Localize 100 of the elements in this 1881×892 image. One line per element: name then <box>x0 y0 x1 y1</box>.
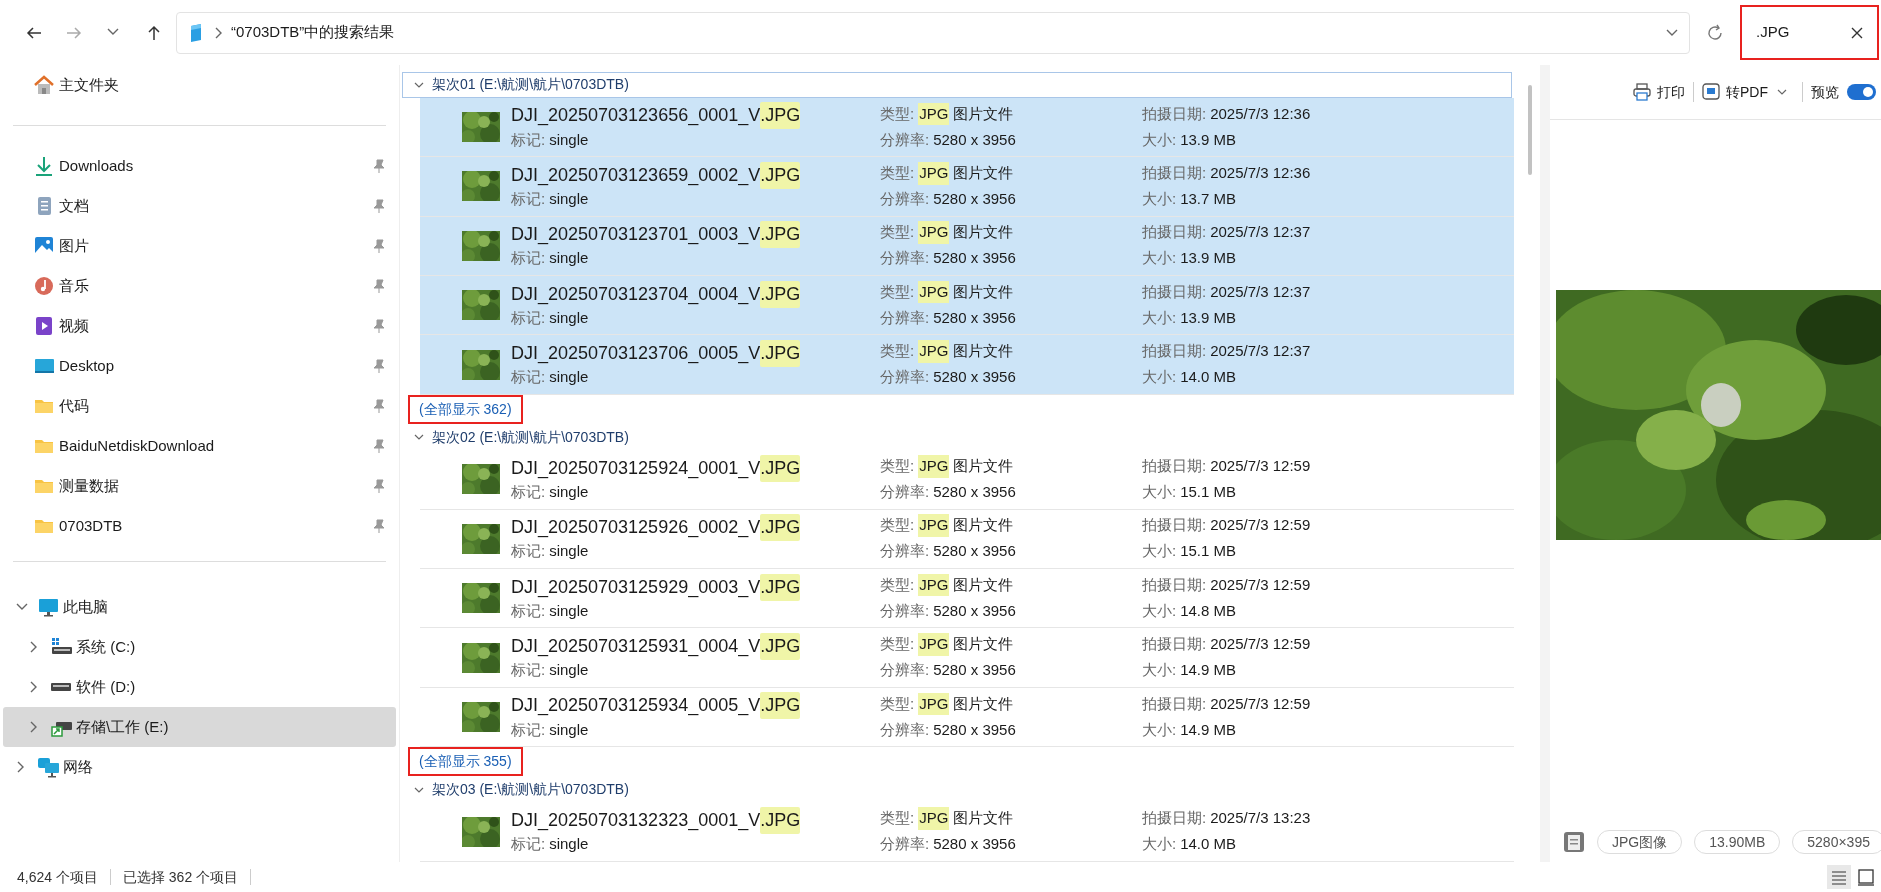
field-value: 14.0 MB <box>1180 367 1237 388</box>
highlighted-text: JPG <box>918 162 950 185</box>
sidebar-item[interactable]: 存储\工作 (E:) <box>3 707 396 747</box>
pin-icon[interactable] <box>372 399 386 413</box>
address-bar[interactable]: “0703DTB”中的搜索结果 <box>176 11 1690 54</box>
pin-icon[interactable] <box>372 199 386 213</box>
show-all-link[interactable]: (全部显示 362) <box>408 395 523 425</box>
field-label: 大小: <box>1142 541 1177 562</box>
forward-arrow-icon[interactable] <box>66 24 82 41</box>
field-value: 图片文件 <box>953 163 1014 184</box>
pin-icon[interactable] <box>372 359 386 373</box>
pin-icon[interactable] <box>372 519 386 533</box>
group-header[interactable]: 架次02 (E:\航测\航片\0703DTB) <box>402 424 1512 451</box>
scrollbar-thumb[interactable] <box>1528 85 1532 175</box>
group-header[interactable]: 架次01 (E:\航测\航片\0703DTB) <box>402 72 1512 98</box>
highlighted-text: .JPG <box>760 161 801 189</box>
preview-toggle[interactable] <box>1847 84 1876 100</box>
sidebar-item[interactable]: Desktop <box>3 346 396 386</box>
close-icon[interactable] <box>1851 26 1863 39</box>
sidebar-item[interactable]: 主文件夹 <box>3 65 396 105</box>
pin-icon[interactable] <box>372 439 386 453</box>
highlighted-text: JPG <box>918 455 950 478</box>
field-label: 标记: <box>511 600 546 621</box>
sidebar-item[interactable]: BaiduNetdiskDownload <box>3 426 396 466</box>
group-header[interactable]: 架次03 (E:\航测\航片\0703DTB) <box>402 776 1512 803</box>
sidebar-item[interactable]: 代码 <box>3 386 396 426</box>
field-label: 标记: <box>511 307 546 328</box>
file-name: DJI_20250703123706_0005_V <box>511 342 761 366</box>
highlighted-text: .JPG <box>760 692 801 720</box>
file-row[interactable]: DJI_20250703123656_0001_V.JPG 类型: JPG 图片文件 拍摄日期: 2025/7/3 12:36 标记: single 分辨率: 5280 x 3956 大小: 13.9 MB <box>420 97 1514 158</box>
toggle-label: 预览 <box>1811 82 1839 102</box>
sidebar-item[interactable]: 0703DTB <box>3 506 396 546</box>
sidebar-item[interactable]: 音乐 <box>3 266 396 306</box>
sidebar-item[interactable]: 文档 <box>3 186 396 226</box>
sidebar-item[interactable]: 测量数据 <box>3 466 396 506</box>
print-button[interactable]: 打印 <box>1633 81 1685 103</box>
sidebar-item[interactable]: 此电脑 <box>3 587 396 627</box>
file-row[interactable]: DJI_20250703123659_0002_V.JPG 类型: JPG 图片文件 拍摄日期: 2025/7/3 12:36 标记: single 分辨率: 5280 x 3956 大小: 13.7 MB <box>420 157 1514 217</box>
sidebar-item[interactable]: 软件 (D:) <box>3 667 396 707</box>
selection-count: 已选择 362 个项目 <box>121 867 240 887</box>
highlighted-text: JPG <box>918 514 950 537</box>
field-label: 标记: <box>511 482 546 503</box>
sidebar-item[interactable]: Downloads <box>3 146 396 186</box>
printer-icon <box>1633 83 1651 101</box>
field-label: 拍摄日期: <box>1142 222 1207 243</box>
details-view-button[interactable] <box>1827 865 1851 889</box>
pin-icon[interactable] <box>372 279 386 293</box>
pin-icon[interactable] <box>372 319 386 333</box>
film-icon <box>33 315 55 337</box>
field-label: 大小: <box>1142 129 1177 150</box>
field-value: 2025/7/3 12:36 <box>1210 103 1311 124</box>
highlighted-text: .JPG <box>760 454 801 482</box>
pin-icon[interactable] <box>372 479 386 493</box>
field-label: 拍摄日期: <box>1142 574 1207 595</box>
up-arrow-icon[interactable] <box>146 24 162 41</box>
file-row[interactable]: DJI_20250703123704_0004_V.JPG 类型: JPG 图片文件 拍摄日期: 2025/7/3 12:37 标记: single 分辨率: 5280 x 3956 大小: 13.9 MB <box>420 275 1514 336</box>
field-label: 分辨率: <box>880 307 930 328</box>
field-value: 5280 x 3956 <box>933 129 1016 150</box>
field-value: 14.0 MB <box>1180 834 1237 855</box>
chevron-right-icon <box>213 25 223 40</box>
field-value: 15.1 MB <box>1180 482 1237 503</box>
pin-icon[interactable] <box>372 239 386 253</box>
field-label: 分辨率: <box>880 129 930 150</box>
field-value: 14.9 MB <box>1180 660 1237 681</box>
sidebar-item[interactable]: 系统 (C:) <box>3 627 396 667</box>
music-note-icon <box>33 275 55 297</box>
convert-button[interactable]: 转PDF <box>1702 81 1768 103</box>
file-name: DJI_20250703123704_0004_V <box>511 282 761 307</box>
field-label: 类型: <box>880 515 915 536</box>
search-field[interactable]: .JPG <box>1740 5 1879 60</box>
monitor-icon <box>37 596 59 618</box>
highlighted-text: JPG <box>918 807 950 830</box>
field-label: 分辨率: <box>880 600 930 621</box>
field-value: 图片文件 <box>953 693 1014 714</box>
sidebar-item[interactable]: 图片 <box>3 226 396 266</box>
sidebar-item[interactable]: 网络 <box>3 747 396 787</box>
field-value: 图片文件 <box>953 515 1014 536</box>
highlighted-text: .JPG <box>760 573 801 601</box>
field-label: 分辨率: <box>880 660 930 681</box>
address-text: “0703DTB”中的搜索结果 <box>231 22 396 43</box>
field-label: 类型: <box>880 456 915 477</box>
highlighted-text: JPG <box>918 692 950 716</box>
file-name: DJI_20250703125926_0002_V <box>511 516 761 540</box>
highlighted-text: .JPG <box>760 807 801 835</box>
pin-icon[interactable] <box>372 159 386 173</box>
file-name: DJI_20250703123701_0003_V <box>511 223 761 247</box>
back-arrow-icon[interactable] <box>26 24 42 41</box>
field-value: single <box>549 367 589 388</box>
field-label: 分辨率: <box>880 367 930 388</box>
refresh-icon[interactable] <box>1706 23 1724 42</box>
sidebar-item[interactable]: 视频 <box>3 306 396 346</box>
field-value: 5280 x 3956 <box>933 482 1016 503</box>
document-icon <box>1563 831 1585 853</box>
file-row[interactable]: DJI_20250703123701_0003_V.JPG 类型: JPG 图片文件 拍摄日期: 2025/7/3 12:37 标记: single 分辨率: 5280 x 3956 大小: 13.9 MB <box>420 216 1514 276</box>
show-all-link[interactable]: (全部显示 355) <box>408 747 523 777</box>
field-label: 类型: <box>880 103 915 124</box>
field-label: 拍摄日期: <box>1142 456 1207 477</box>
field-value: single <box>549 307 589 328</box>
file-row[interactable]: DJI_20250703123706_0005_V.JPG 类型: JPG 图片文件 拍摄日期: 2025/7/3 12:37 标记: single 分辨率: 5280 x 3956 大小: 14.0 MB <box>420 335 1514 395</box>
field-value: 5280 x 3956 <box>933 541 1016 562</box>
